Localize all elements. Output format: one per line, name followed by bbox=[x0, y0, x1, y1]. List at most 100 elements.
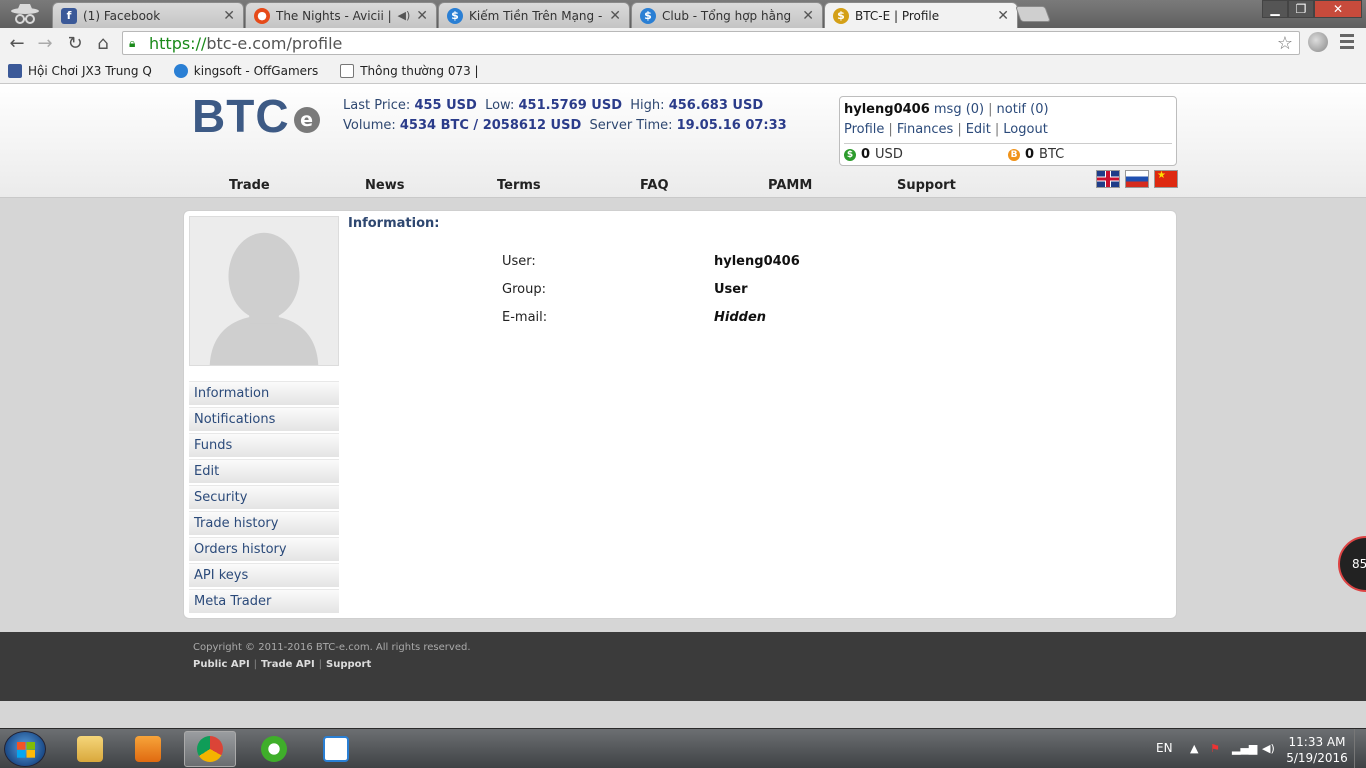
start-button[interactable] bbox=[4, 731, 46, 767]
baidu-icon bbox=[323, 736, 349, 762]
finances-link[interactable]: Finances bbox=[897, 122, 954, 137]
bookmark-hoi-choi[interactable]: Hội Chơi JX3 Trung Q bbox=[8, 63, 152, 78]
edit-link[interactable]: Edit bbox=[966, 122, 991, 137]
close-tab-icon[interactable]: ✕ bbox=[997, 8, 1009, 24]
btc-balance: B 0 BTC bbox=[1008, 144, 1172, 165]
tab-the-nights[interactable]: ● The Nights - Avicii | Bà ◀) ✕ bbox=[245, 2, 437, 28]
profile-panel: Information Notifications Funds Edit Sec… bbox=[183, 210, 1177, 619]
taskbar-chrome[interactable] bbox=[184, 731, 236, 767]
site-footer: Copyright © 2011-2016 BTC-e.com. All rig… bbox=[0, 632, 1366, 701]
language-flags bbox=[1096, 170, 1183, 188]
username: hyleng0406 bbox=[844, 102, 930, 117]
site-header: BTC e Last Price: 455 USD Low: 451.5769 … bbox=[0, 84, 1366, 198]
close-window-button[interactable]: ✕ bbox=[1314, 0, 1362, 18]
flag-russia-icon[interactable] bbox=[1125, 170, 1149, 188]
incognito-icon bbox=[11, 4, 39, 24]
bookmark-kingsoft[interactable]: kingsoft - OffGamers bbox=[173, 63, 318, 78]
close-tab-icon[interactable]: ✕ bbox=[802, 8, 814, 24]
lock-icon: 🔒︎ bbox=[129, 36, 136, 50]
profile-link[interactable]: Profile bbox=[844, 122, 884, 137]
folder-icon bbox=[77, 736, 103, 762]
bookmark-star-icon[interactable]: ☆ bbox=[1277, 33, 1293, 54]
server-time: 19.05.16 07:33 bbox=[676, 118, 787, 133]
volume-icon[interactable]: ◀) bbox=[1262, 742, 1275, 755]
music-icon: ● bbox=[254, 7, 270, 24]
user-box: hyleng0406 msg (0) | notif (0) Profile | Fin… bbox=[839, 96, 1177, 166]
network-icon[interactable]: ▂▄▆ bbox=[1232, 742, 1257, 755]
menu-icon[interactable] bbox=[1340, 34, 1354, 52]
dollar-icon: $ bbox=[844, 148, 856, 161]
nav-faq[interactable]: FAQ bbox=[640, 178, 669, 193]
btc-e-icon: $ bbox=[833, 7, 849, 24]
dollar-icon: $ bbox=[447, 7, 463, 24]
usd-balance: $ 0 USD bbox=[844, 144, 1008, 165]
language-indicator[interactable]: EN bbox=[1156, 741, 1173, 755]
action-center-icon[interactable]: ⚑ bbox=[1210, 742, 1220, 755]
last-price: 455 USD bbox=[414, 98, 477, 113]
minimize-button[interactable]: ▁ bbox=[1262, 0, 1288, 18]
menu-edit[interactable]: Edit bbox=[189, 459, 339, 483]
messages-link[interactable]: msg (0) bbox=[934, 102, 984, 117]
logout-link[interactable]: Logout bbox=[1003, 122, 1048, 137]
tab-btc-e-profile[interactable]: $ BTC-E | Profile ✕ bbox=[824, 2, 1018, 28]
green-app-icon bbox=[261, 736, 287, 762]
page-icon bbox=[340, 63, 355, 78]
reload-icon[interactable]: ↻ bbox=[64, 32, 86, 54]
taskbar-media-player[interactable] bbox=[122, 731, 174, 767]
tab-facebook[interactable]: f (1) Facebook ✕ bbox=[52, 2, 244, 28]
close-tab-icon[interactable]: ✕ bbox=[609, 8, 621, 24]
tab-kiem-tien[interactable]: $ Kiếm Tiền Trên Mạng - M ✕ bbox=[438, 2, 630, 28]
footer-public-api-link[interactable]: Public API bbox=[193, 659, 250, 670]
menu-funds[interactable]: Funds bbox=[189, 433, 339, 457]
forward-arrow-icon[interactable]: → bbox=[34, 32, 56, 54]
overlay-counter-badge[interactable]: 85 bbox=[1338, 536, 1366, 592]
bookmarks-bar: Hội Chơi JX3 Trung Q kingsoft - OffGamer… bbox=[0, 58, 1366, 84]
address-bar[interactable]: 🔒︎ https:// btc-e.com/profile ☆ bbox=[122, 31, 1300, 55]
flag-china-icon[interactable] bbox=[1154, 170, 1178, 188]
tab-club[interactable]: $ Club - Tổng hợp hằng ng ✕ bbox=[631, 2, 823, 28]
main-nav: Trade News Terms FAQ PAMM Support bbox=[180, 178, 1000, 198]
menu-security[interactable]: Security bbox=[189, 485, 339, 509]
menu-api-keys[interactable]: API keys bbox=[189, 563, 339, 587]
menu-orders-history[interactable]: Orders history bbox=[189, 537, 339, 561]
windows-taskbar: EN ▲ ⚑ ▂▄▆ ◀) 11:33 AM 5/19/2016 bbox=[0, 728, 1366, 768]
footer-support-link[interactable]: Support bbox=[326, 659, 371, 670]
media-player-icon bbox=[135, 736, 161, 762]
info-row-group: Group: User bbox=[502, 281, 748, 297]
btc-e-logo[interactable]: BTC e bbox=[192, 90, 320, 142]
dollar-icon: $ bbox=[640, 7, 656, 24]
close-tab-icon[interactable]: ✕ bbox=[416, 8, 428, 24]
new-tab-button[interactable] bbox=[1015, 6, 1051, 22]
show-desktop-button[interactable] bbox=[1354, 729, 1366, 768]
taskbar-app-green[interactable] bbox=[248, 731, 300, 767]
globe-icon bbox=[173, 63, 188, 78]
extension-icon[interactable] bbox=[1308, 32, 1328, 52]
browser-toolbar: ← → ↻ ⌂ 🔒︎ https:// btc-e.com/profile ☆ bbox=[0, 28, 1366, 58]
back-arrow-icon[interactable]: ← bbox=[6, 32, 28, 54]
clock[interactable]: 11:33 AM 5/19/2016 bbox=[1284, 734, 1350, 766]
nav-pamm[interactable]: PAMM bbox=[768, 178, 812, 193]
show-hidden-icons-icon[interactable]: ▲ bbox=[1190, 742, 1198, 755]
facebook-icon: f bbox=[61, 7, 77, 24]
notifications-link[interactable]: notif (0) bbox=[997, 102, 1049, 117]
close-tab-icon[interactable]: ✕ bbox=[223, 8, 235, 24]
bitcoin-icon: B bbox=[1008, 148, 1020, 161]
footer-trade-api-link[interactable]: Trade API bbox=[261, 659, 315, 670]
menu-meta-trader[interactable]: Meta Trader bbox=[189, 589, 339, 613]
ticker: Last Price: 455 USD Low: 451.5769 USD Hi… bbox=[343, 98, 787, 133]
nav-news[interactable]: News bbox=[365, 178, 404, 193]
section-title: Information: bbox=[348, 216, 440, 231]
nav-terms[interactable]: Terms bbox=[497, 178, 541, 193]
taskbar-baidu[interactable] bbox=[310, 731, 362, 767]
nav-support[interactable]: Support bbox=[897, 178, 956, 193]
menu-information[interactable]: Information bbox=[189, 381, 339, 405]
bookmark-thong-thuong[interactable]: Thông thường 073 | bbox=[340, 63, 479, 78]
nav-trade[interactable]: Trade bbox=[229, 178, 270, 193]
home-icon[interactable]: ⌂ bbox=[92, 32, 114, 54]
maximize-button[interactable]: ❐ bbox=[1288, 0, 1314, 18]
taskbar-explorer[interactable] bbox=[64, 731, 116, 767]
info-row-email: E-mail: Hidden bbox=[502, 309, 767, 325]
menu-notifications[interactable]: Notifications bbox=[189, 407, 339, 431]
flag-uk-icon[interactable] bbox=[1096, 170, 1120, 188]
menu-trade-history[interactable]: Trade history bbox=[189, 511, 339, 535]
